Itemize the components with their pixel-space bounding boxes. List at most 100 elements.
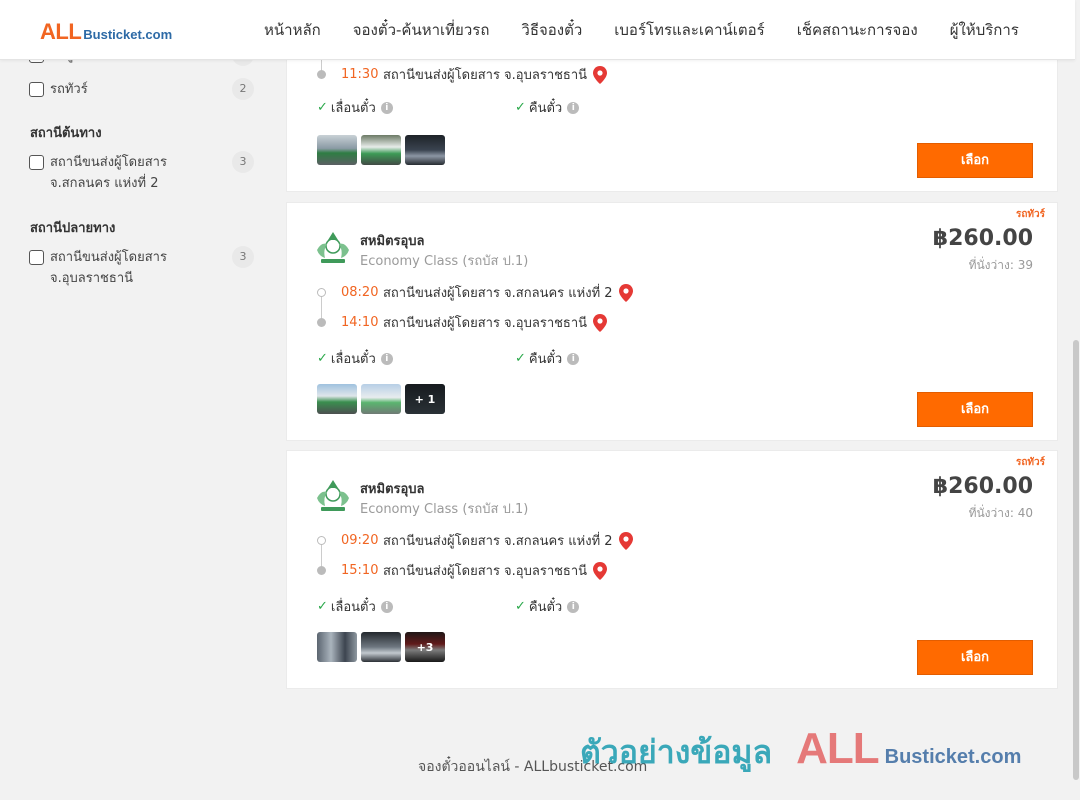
arrival-dot-icon xyxy=(317,566,326,575)
feature-refund: ✓ คืนตั๋ว i xyxy=(515,596,580,617)
origin-section-title: สถานีต้นทาง xyxy=(30,126,102,141)
location-pin-icon[interactable] xyxy=(593,313,608,332)
filter-bus-type-coach[interactable]: รถทัวร์ 2 xyxy=(28,78,260,112)
operator-emblem-icon xyxy=(317,232,349,263)
info-icon[interactable]: i xyxy=(567,352,580,365)
feature-label: เลื่อนตั๋ว xyxy=(330,101,376,116)
departure-time: 09:20 xyxy=(341,533,379,548)
bus-photo-thumb[interactable] xyxy=(317,632,357,662)
bus-photo-thumb[interactable]: + 1 xyxy=(405,384,445,414)
site-logo[interactable]: ALL Busticket.com xyxy=(40,19,172,45)
departure-place: สถานีขนส่งผู้โดยสาร จ.สกลนคร แห่งที่ 2 xyxy=(383,534,613,549)
bus-class: Economy Class (รถบัส ป.1) xyxy=(360,502,529,517)
bus-photo-thumb[interactable]: +3 xyxy=(405,632,445,662)
ticket-price: ฿260.00 xyxy=(932,474,1033,499)
watermark-thai-text: ตัวอย่างข้อมูล xyxy=(580,733,773,771)
trip-card: รถทัวร์ สหมิตรอุบล Economy Class (รถบัส … xyxy=(286,202,1058,441)
bus-photo-thumb[interactable] xyxy=(361,632,401,662)
feature-refund: ✓ คืนตั๋ว i xyxy=(515,348,580,369)
check-icon: ✓ xyxy=(317,100,328,115)
departure-dot-icon xyxy=(317,536,326,545)
filter-origin-sakon[interactable]: สถานีขนส่งผู้โดยสาร จ.สกลนคร แห่งที่ 2 3 xyxy=(28,151,260,207)
filter-count-badge: 3 xyxy=(232,246,254,268)
check-icon: ✓ xyxy=(515,100,526,115)
arrival-stop: 11:30 สถานีขนส่งผู้โดยสาร จ.อุบลราชธานี xyxy=(317,64,608,85)
nav-home[interactable]: หน้าหลัก xyxy=(248,18,337,42)
more-photos-count: +3 xyxy=(405,632,445,662)
bus-photo-thumb[interactable] xyxy=(361,384,401,414)
bus-photo-gallery: + 1 xyxy=(317,384,445,414)
bus-type-tag: รถทัวร์ xyxy=(1015,457,1045,468)
arrival-place: สถานีขนส่งผู้โดยสาร จ.อุบลราชธานี xyxy=(383,564,588,579)
filter-label: รถทัวร์ xyxy=(50,82,88,97)
location-pin-icon[interactable] xyxy=(593,561,608,580)
select-trip-button[interactable]: เลือก xyxy=(917,143,1033,178)
bus-photo-thumb[interactable] xyxy=(317,384,357,414)
filter-label: สถานีขนส่งผู้โดยสาร จ.สกลนคร แห่งที่ 2 xyxy=(50,155,167,191)
checkbox-icon[interactable] xyxy=(29,155,44,170)
bus-photo-gallery xyxy=(317,135,445,165)
info-icon[interactable]: i xyxy=(567,600,580,613)
bus-photo-thumb[interactable] xyxy=(317,135,357,165)
feature-postpone: ✓ เลื่อนตั๋ว i xyxy=(317,348,393,369)
departure-dot-icon xyxy=(317,288,326,297)
check-icon: ✓ xyxy=(515,599,526,614)
departure-stop: 09:20 สถานีขนส่งผู้โดยสาร จ.สกลนคร แห่งท… xyxy=(317,530,633,551)
arrival-time: 11:30 xyxy=(341,67,379,82)
departure-place: สถานีขนส่งผู้โดยสาร จ.สกลนคร แห่งที่ 2 xyxy=(383,286,613,301)
logo-rest-text: Busticket.com xyxy=(83,27,173,42)
seats-available: ที่นั่งว่าง: 39 xyxy=(968,258,1033,272)
nav-how-to-book[interactable]: วิธีจองตั๋ว xyxy=(505,18,598,42)
site-header: ALL Busticket.com หน้าหลัก จองตั๋ว-ค้นหา… xyxy=(0,0,1075,60)
feature-postpone: ✓ เลื่อนตั๋ว i xyxy=(317,97,393,118)
checkbox-icon[interactable] xyxy=(29,82,44,97)
watermark-logo-all: ALL xyxy=(796,724,880,773)
select-trip-button[interactable]: เลือก xyxy=(917,640,1033,675)
bus-type-tag: รถทัวร์ xyxy=(1015,209,1045,220)
watermark-logo-rest: Busticket.com xyxy=(884,746,1022,768)
trip-card: รถทัวร์ สหมิตรอุบล Economy Class (รถบัส … xyxy=(286,450,1058,689)
arrival-time: 14:10 xyxy=(341,315,379,330)
select-trip-button[interactable]: เลือก xyxy=(917,392,1033,427)
location-pin-icon[interactable] xyxy=(618,283,633,302)
sample-watermark: ตัวอย่างข้อมูล ALL Busticket.com xyxy=(580,724,1021,778)
filter-label: สถานีขนส่งผู้โดยสาร จ.อุบลราชธานี xyxy=(50,250,167,286)
scrollbar-thumb[interactable] xyxy=(1073,340,1079,780)
bus-photo-gallery: +3 xyxy=(317,632,445,662)
nav-book-search[interactable]: จองตั๋ว-ค้นหาเที่ยวรถ xyxy=(337,18,506,42)
arrival-time: 15:10 xyxy=(341,563,379,578)
bus-photo-thumb[interactable] xyxy=(361,135,401,165)
main-nav: หน้าหลัก จองตั๋ว-ค้นหาเที่ยวรถ วิธีจองตั… xyxy=(248,0,1035,60)
location-pin-icon[interactable] xyxy=(618,531,633,550)
filter-sidebar: รถตู้ 1 รถทัวร์ 2 สถานีต้นทาง สถานีขนส่ง… xyxy=(28,44,260,302)
logo-all-text: ALL xyxy=(40,19,82,44)
arrival-stop: 15:10 สถานีขนส่งผู้โดยสาร จ.อุบลราชธานี xyxy=(317,560,608,581)
arrival-dot-icon xyxy=(317,318,326,327)
arrival-place: สถานีขนส่งผู้โดยสาร จ.อุบลราชธานี xyxy=(383,316,588,331)
check-icon: ✓ xyxy=(317,599,328,614)
info-icon[interactable]: i xyxy=(380,101,393,114)
info-icon[interactable]: i xyxy=(567,101,580,114)
arrival-dot-icon xyxy=(317,70,326,79)
check-icon: ✓ xyxy=(317,351,328,366)
location-pin-icon[interactable] xyxy=(593,65,608,84)
feature-label: คืนตั๋ว xyxy=(528,352,563,367)
filter-dest-ubon[interactable]: สถานีขนส่งผู้โดยสาร จ.อุบลราชธานี 3 xyxy=(28,246,260,302)
seats-available: ที่นั่งว่าง: 40 xyxy=(968,506,1033,520)
info-icon[interactable]: i xyxy=(380,600,393,613)
page-scrollbar[interactable] xyxy=(1072,0,1080,800)
operator-emblem-icon xyxy=(317,480,349,511)
info-icon[interactable]: i xyxy=(380,352,393,365)
ticket-price: ฿260.00 xyxy=(932,226,1033,251)
nav-contact-counters[interactable]: เบอร์โทรและเคาน์เตอร์ xyxy=(598,18,780,42)
check-icon: ✓ xyxy=(515,351,526,366)
nav-check-booking[interactable]: เช็คสถานะการจอง xyxy=(781,18,934,42)
bus-photo-thumb[interactable] xyxy=(405,135,445,165)
nav-operators[interactable]: ผู้ให้บริการ xyxy=(934,18,1035,42)
arrival-place: สถานีขนส่งผู้โดยสาร จ.อุบลราชธานี xyxy=(383,68,588,83)
operator-name: สหมิตรอุบล xyxy=(360,482,425,497)
arrival-stop: 14:10 สถานีขนส่งผู้โดยสาร จ.อุบลราชธานี xyxy=(317,312,608,333)
feature-label: คืนตั๋ว xyxy=(528,600,563,615)
filter-count-badge: 2 xyxy=(232,78,254,100)
checkbox-icon[interactable] xyxy=(29,250,44,265)
